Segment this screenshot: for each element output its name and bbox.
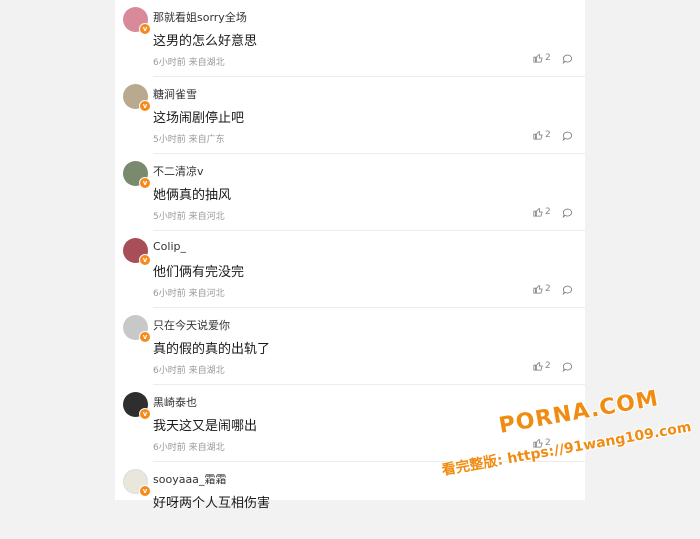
comment-meta: 6小时前 来自湖北 <box>153 443 225 453</box>
like-count: 2 <box>545 284 551 294</box>
comment-username[interactable]: 黑崎泰也 <box>153 394 197 410</box>
comment-username[interactable]: 那就看姐sorry全场 <box>153 9 247 25</box>
avatar[interactable]: v <box>123 392 151 420</box>
like-button[interactable]: 2 <box>533 284 551 294</box>
like-count: 2 <box>545 361 551 371</box>
verified-badge-icon: v <box>139 408 151 420</box>
comment-item: v 那就看姐sorry全场 这男的怎么好意思 6小时前 来自湖北 2 <box>115 0 585 77</box>
verified-badge-icon: v <box>139 331 151 343</box>
like-button[interactable]: 2 <box>533 130 551 140</box>
comment-username[interactable]: sooyaaa_霜霜 <box>153 471 226 487</box>
like-button[interactable]: 2 <box>533 207 551 217</box>
reply-icon[interactable] <box>562 361 573 372</box>
verified-badge-icon: v <box>139 485 151 497</box>
like-count: 2 <box>545 207 551 217</box>
comment-username[interactable]: 只在今天说爱你 <box>153 317 230 333</box>
comment-item: v 只在今天说爱你 真的假的真的出轨了 6小时前 来自湖北 2 <box>115 308 585 385</box>
avatar[interactable]: v <box>123 469 151 497</box>
comment-item: v sooyaaa_霜霜 好呀两个人互相伤害 <box>115 462 585 539</box>
thumbs-up-icon <box>533 362 543 371</box>
like-button[interactable]: 2 <box>533 438 551 448</box>
comment-username[interactable]: 不二清凉v <box>153 163 204 179</box>
like-button[interactable]: 2 <box>533 361 551 371</box>
reply-icon[interactable] <box>562 53 573 64</box>
comment-item: v 不二清凉v 她俩真的抽风 5小时前 来自河北 2 <box>115 154 585 231</box>
avatar[interactable]: v <box>123 84 151 112</box>
comment-meta: 5小时前 来自广东 <box>153 135 225 145</box>
avatar[interactable]: v <box>123 238 151 266</box>
verified-badge-icon: v <box>139 23 151 35</box>
comment-text: 好呀两个人互相伤害 <box>153 496 271 511</box>
thumbs-up-icon <box>533 131 543 140</box>
comment-panel: v 那就看姐sorry全场 这男的怎么好意思 6小时前 来自湖北 2 v 糖涧雀… <box>115 0 585 511</box>
reply-icon[interactable] <box>562 207 573 218</box>
comment-meta: 5小时前 来自河北 <box>153 212 225 222</box>
like-button[interactable]: 2 <box>533 53 551 63</box>
like-count: 2 <box>545 53 551 63</box>
thumbs-up-icon <box>533 208 543 217</box>
comment-text: 真的假的真的出轨了 <box>153 342 271 357</box>
thumbs-up-icon <box>533 439 543 448</box>
comment-text: 这场闹剧停止吧 <box>153 111 245 126</box>
thumbs-up-icon <box>533 285 543 294</box>
comment-text: 她俩真的抽风 <box>153 188 232 203</box>
comment-item: v 黑崎泰也 我天这又是闹哪出 6小时前 来自湖北 2 <box>115 385 585 462</box>
verified-badge-icon: v <box>139 254 151 266</box>
verified-badge-icon: v <box>139 100 151 112</box>
comment-meta: 6小时前 来自湖北 <box>153 58 225 68</box>
comment-meta: 6小时前 来自河北 <box>153 289 225 299</box>
comment-item: v Colip_ 他们俩有完没完 6小时前 来自河北 2 <box>115 231 585 308</box>
reply-icon[interactable] <box>562 284 573 295</box>
comment-text: 他们俩有完没完 <box>153 265 245 280</box>
avatar[interactable]: v <box>123 7 151 35</box>
like-count: 2 <box>545 438 551 448</box>
comment-username[interactable]: 糖涧雀雪 <box>153 86 197 102</box>
avatar[interactable]: v <box>123 161 151 189</box>
avatar[interactable]: v <box>123 315 151 343</box>
comment-username[interactable]: Colip_ <box>153 240 186 253</box>
thumbs-up-icon <box>533 54 543 63</box>
comment-meta: 6小时前 来自湖北 <box>153 366 225 376</box>
comment-item: v 糖涧雀雪 这场闹剧停止吧 5小时前 来自广东 2 <box>115 77 585 154</box>
comment-text: 我天这又是闹哪出 <box>153 419 258 434</box>
reply-icon[interactable] <box>562 130 573 141</box>
comment-text: 这男的怎么好意思 <box>153 34 258 49</box>
verified-badge-icon: v <box>139 177 151 189</box>
like-count: 2 <box>545 130 551 140</box>
